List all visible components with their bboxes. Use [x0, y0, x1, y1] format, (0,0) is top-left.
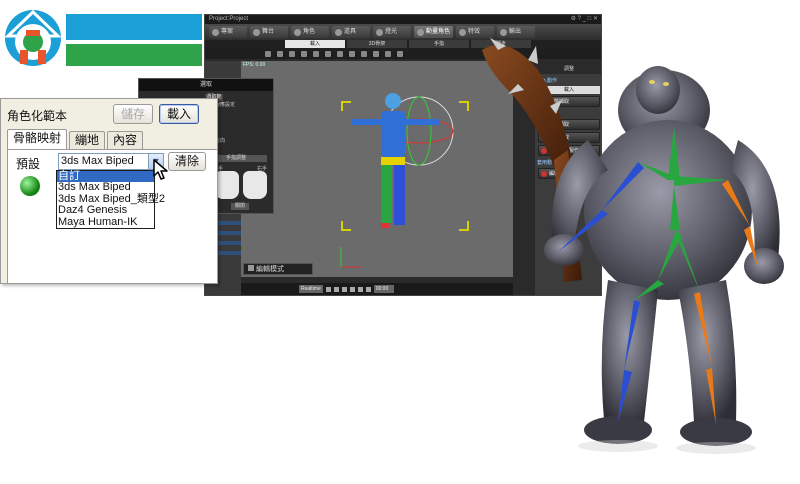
hand-panel-title: 選取: [139, 79, 273, 91]
orbit-icon[interactable]: [373, 51, 379, 57]
tab-icon: [335, 28, 342, 36]
redo-icon[interactable]: [277, 51, 283, 57]
load-button[interactable]: 載入: [159, 104, 199, 124]
dropdown-option[interactable]: Daz4 Genesis: [57, 204, 154, 216]
tab-icon: [212, 28, 219, 36]
main-tab[interactable]: 動畫角色: [414, 26, 454, 38]
sub-tab[interactable]: 3D骨架: [347, 40, 407, 48]
prev-frame-icon[interactable]: [341, 286, 347, 292]
dialog-tab[interactable]: 繃地: [69, 131, 106, 149]
tab-icon: [459, 28, 467, 36]
ogre-body: [544, 66, 784, 454]
app-title: Project:Project: [209, 16, 249, 22]
dropdown-option[interactable]: Maya Human-IK: [57, 216, 154, 228]
sub-tab[interactable]: 載入: [285, 40, 345, 48]
grid-icon[interactable]: [397, 51, 403, 57]
main-tab-label: 道具: [344, 29, 357, 35]
main-tab-label: 專案: [221, 29, 234, 35]
camera-icon[interactable]: [337, 51, 343, 57]
save-button[interactable]: 儲存: [113, 104, 153, 124]
company-logo: [0, 0, 202, 70]
preset-dropdown-list: 自訂 3ds Max Biped 3ds Max Biped_類型2 Daz4 Gen…: [56, 170, 165, 229]
zoom-icon[interactable]: [349, 51, 355, 57]
preset-label: 預設: [16, 157, 41, 171]
undo-icon[interactable]: [265, 51, 271, 57]
window-controls[interactable]: ⚙ ? _ □ ✕: [571, 15, 598, 24]
edit-mode-icon: [248, 265, 254, 271]
move-icon[interactable]: [289, 51, 295, 57]
sub-tab[interactable]: 手指: [409, 40, 469, 48]
stop-icon[interactable]: [325, 286, 331, 292]
main-tab[interactable]: 角色: [291, 26, 329, 38]
logo-green-bar: [66, 44, 202, 66]
next-frame-icon[interactable]: [349, 286, 355, 292]
status-indicator-icon: [20, 176, 40, 196]
main-tab[interactable]: 專案: [209, 26, 247, 38]
dialog-tab[interactable]: 骨骼映射: [7, 129, 68, 149]
main-tab-label: 燈光: [385, 29, 398, 35]
app-titlebar: Project:Project ⚙ ? _ □ ✕: [205, 15, 601, 24]
loop-icon[interactable]: [357, 286, 363, 292]
preset-select-value: 3ds Max Biped: [61, 155, 134, 167]
main-tab[interactable]: 燈光: [373, 26, 411, 38]
tab-icon: [417, 28, 424, 36]
tab-icon: [253, 28, 260, 36]
dialog-tab[interactable]: 內容: [107, 131, 144, 149]
timecode-display: 00:00: [373, 285, 394, 293]
pan-icon[interactable]: [361, 51, 367, 57]
edit-mode-text: 編輯模式: [256, 266, 284, 273]
record-icon[interactable]: [365, 286, 371, 292]
main-tab-label: 舞台: [262, 29, 275, 35]
frame-icon[interactable]: [385, 51, 391, 57]
hand-panel-close-button[interactable]: 關閉: [231, 203, 249, 210]
scale-icon[interactable]: [313, 51, 319, 57]
edit-mode-label: 編輯模式: [243, 263, 313, 275]
left-hand-icon[interactable]: [215, 171, 239, 199]
dialog-tabs: 骨骼映射 繃地 內容: [7, 129, 144, 149]
main-tab[interactable]: 舞台: [250, 26, 288, 38]
right-hand-icon[interactable]: [243, 171, 267, 199]
house-gear-icon: [4, 9, 62, 66]
dialog-title: 角色化範本: [7, 109, 68, 123]
tab-icon: [294, 28, 301, 36]
main-tab[interactable]: 道具: [332, 26, 370, 38]
play-icon[interactable]: [333, 286, 339, 292]
rotate-icon[interactable]: [301, 51, 307, 57]
main-tab-label: 動畫角色: [426, 29, 451, 35]
select-icon[interactable]: [325, 51, 331, 57]
realtime-button[interactable]: Realtime: [299, 285, 323, 293]
hand-cursor-icon: [153, 159, 168, 180]
ogre-character: [482, 38, 784, 454]
main-tab-label: 角色: [303, 29, 316, 35]
logo-blue-bar: [66, 14, 202, 40]
tab-icon: [376, 28, 383, 36]
